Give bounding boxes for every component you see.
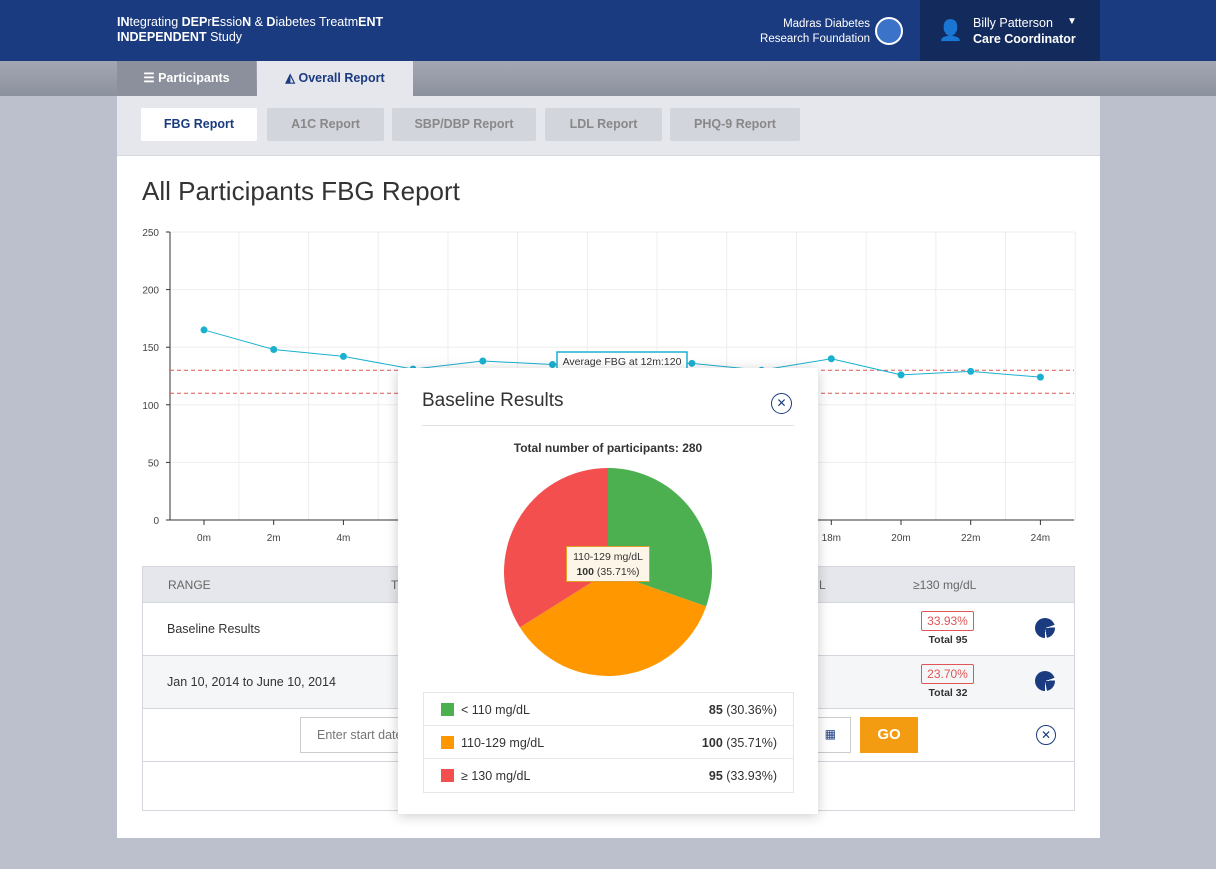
x-tick-label: 18m — [822, 533, 841, 544]
legend-item: 110-129 mg/dL 100 (35.71%) — [424, 726, 793, 759]
data-point — [827, 355, 835, 363]
x-tick-label: 4m — [336, 533, 350, 544]
baseline-results-modal: Baseline Results ✕ Total number of parti… — [398, 368, 818, 814]
legend-label: < 110 mg/dL — [461, 703, 530, 717]
row-range: Jan 10, 2014 to June 10, 2014 — [167, 675, 336, 689]
x-tick-label: 24m — [1031, 533, 1050, 544]
pct: 35.71% — [730, 736, 773, 750]
pie-chart-icon[interactable] — [1035, 671, 1055, 691]
row-range: Baseline Results — [167, 622, 261, 636]
y-tick-label: 100 — [142, 401, 159, 412]
data-point — [339, 352, 347, 360]
data-point — [270, 346, 278, 354]
x-tick-label: 20m — [891, 533, 910, 544]
legend-label: 110-129 mg/dL — [461, 736, 545, 750]
legend-label: ≥ 130 mg/dL — [461, 769, 531, 783]
tip-value: 100 — [576, 566, 594, 578]
close-icon[interactable]: ✕ — [1036, 725, 1056, 745]
swatch — [441, 736, 454, 749]
row-total: Total 32 — [928, 687, 968, 699]
go-button[interactable]: GO — [860, 717, 918, 753]
y-tick-label: 200 — [142, 286, 159, 297]
data-point — [967, 367, 975, 375]
x-tick-label: 22m — [961, 533, 980, 544]
legend-value: 95 (33.93%) — [708, 769, 777, 783]
pie-chart-icon[interactable] — [1035, 618, 1055, 638]
data-point — [549, 360, 556, 368]
data-point — [897, 371, 905, 379]
pct-badge: 33.93% — [921, 611, 974, 631]
legend-value: 85 (30.36%) — [708, 703, 777, 717]
x-tick-label: 2m — [267, 533, 281, 544]
count: 100 — [701, 736, 723, 750]
col-range: RANGE — [168, 578, 211, 592]
data-point — [688, 359, 696, 367]
x-tick-label: 0m — [197, 533, 211, 544]
count: 95 — [708, 769, 723, 783]
pie-legend: < 110 mg/dL 85 (30.36%) 110-129 mg/dL 100 … — [423, 692, 794, 793]
count: 85 — [708, 703, 723, 717]
data-point — [479, 357, 487, 365]
pct: 33.93% — [730, 769, 773, 783]
col-3: L — [819, 578, 826, 592]
chart-tooltip: Average FBG at 12m:120 — [563, 356, 682, 368]
legend-value: 100 (35.71%) — [701, 736, 777, 750]
y-tick-label: 150 — [142, 343, 159, 354]
legend-item: ≥ 130 mg/dL 95 (33.93%) — [424, 759, 793, 792]
row-total: Total 95 — [928, 634, 968, 646]
data-point — [200, 326, 208, 334]
swatch — [441, 769, 454, 782]
pie-tooltip: 110-129 mg/dL 100 (35.71%) — [566, 546, 650, 582]
legend-item: < 110 mg/dL 85 (30.36%) — [424, 693, 793, 726]
y-tick-label: 0 — [153, 516, 159, 527]
pct-badge: 23.70% — [921, 664, 974, 684]
calendar-icon[interactable]: ▦ — [825, 727, 836, 741]
col-gte130: ≥130 mg/dL — [913, 578, 977, 592]
data-point — [1036, 373, 1044, 381]
baseline-pie-chart — [504, 468, 712, 676]
tip-label: 110-129 mg/dL — [573, 551, 643, 563]
tip-pct: (35.71%) — [594, 566, 640, 578]
y-tick-label: 50 — [148, 458, 160, 469]
pct: 30.36% — [730, 703, 773, 717]
swatch — [441, 703, 454, 716]
y-tick-label: 250 — [142, 228, 159, 239]
